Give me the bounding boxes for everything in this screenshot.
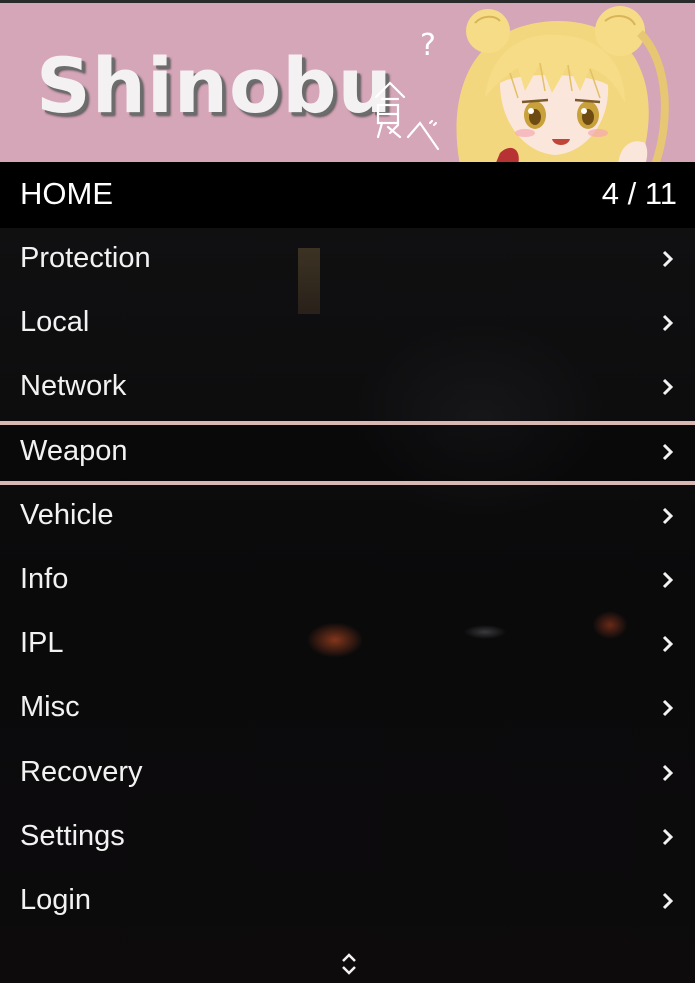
menu-footer — [0, 938, 695, 983]
menu-item-protection[interactable]: Protection — [0, 228, 695, 292]
menu-item-misc[interactable]: Misc — [0, 677, 695, 741]
menu-item-label: Login — [20, 883, 91, 916]
chevron-right-icon — [662, 315, 674, 332]
selection-counter: 4 / 11 — [601, 176, 677, 211]
chevron-right-icon — [662, 379, 674, 396]
menu-item-recovery[interactable]: Recovery — [0, 742, 695, 806]
doodle-question-mark: ? — [420, 28, 436, 63]
menu-item-vehicle[interactable]: Vehicle — [0, 485, 695, 549]
menu-item-settings[interactable]: Settings — [0, 806, 695, 870]
chevron-right-icon — [662, 700, 674, 717]
menu-item-login[interactable]: Login — [0, 870, 695, 934]
menu-banner: Shinobu ? — [0, 0, 695, 162]
chevron-right-icon — [662, 507, 674, 524]
menu-item-label: Settings — [20, 819, 125, 852]
chevron-right-icon — [662, 443, 674, 460]
chevron-right-icon — [662, 764, 674, 781]
menu-item-local[interactable]: Local — [0, 292, 695, 356]
menu-item-label: Recovery — [20, 755, 143, 788]
chevron-right-icon — [662, 892, 674, 909]
doodle-kanji — [374, 81, 440, 151]
menu-item-label: Network — [20, 370, 127, 403]
menu-item-network[interactable]: Network — [0, 356, 695, 420]
menu-item-weapon[interactable]: Weapon — [0, 420, 695, 485]
menu-item-label: Weapon — [20, 434, 128, 467]
chevron-right-icon — [662, 636, 674, 653]
menu-item-label: Info — [20, 562, 69, 595]
menu-title: Shinobu — [36, 41, 393, 130]
submenu-title: HOME — [20, 176, 113, 211]
menu-item-label: Protection — [20, 242, 151, 274]
menu-item-label: Vehicle — [20, 498, 114, 531]
menu-item-label: Misc — [20, 691, 80, 724]
menu-item-ipl[interactable]: IPL — [0, 613, 695, 677]
anime-girl-portrait — [456, 6, 669, 162]
menu-item-label: Local — [20, 306, 90, 339]
menu-item-label: IPL — [20, 627, 64, 660]
scroll-updown-icon[interactable] — [338, 950, 360, 978]
menu-item-info[interactable]: Info — [0, 549, 695, 613]
chevron-right-icon — [662, 571, 674, 588]
submenu-header: HOME 4 / 11 — [0, 162, 695, 228]
chevron-right-icon — [662, 828, 674, 845]
chevron-right-icon — [662, 250, 674, 268]
menu-list: Protection Local Network Weapon Vehicle … — [0, 228, 695, 934]
